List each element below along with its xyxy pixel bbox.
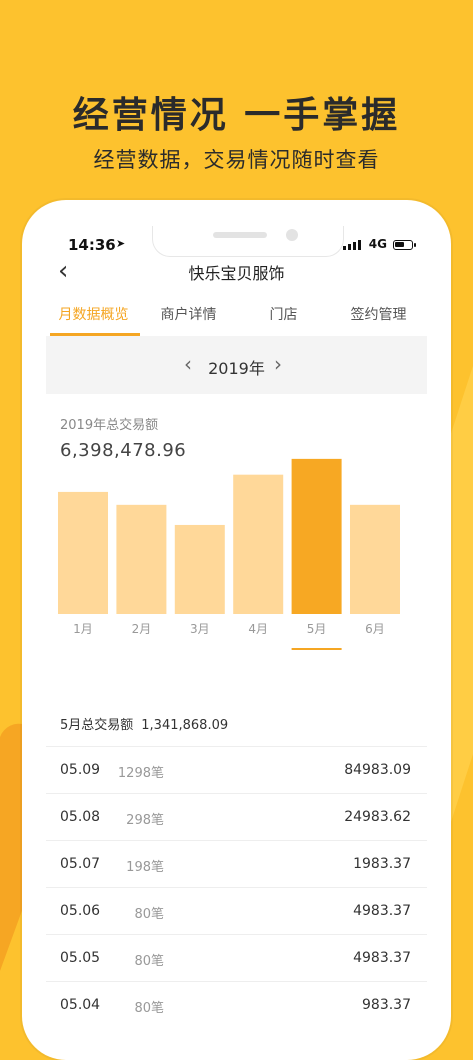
- monthly-bar-chart: 1月 2月 3月 4月 5月 6月: [58, 458, 400, 650]
- transaction-row[interactable]: 05.04 80笔 983.37: [46, 981, 427, 1028]
- month-tick-label: 1月: [73, 622, 93, 636]
- transaction-row[interactable]: 05.09 1298笔 84983.09: [46, 746, 427, 793]
- location-icon: ➤: [116, 237, 126, 250]
- bar-4[interactable]: [233, 474, 284, 614]
- selected-month-indicator: [291, 648, 342, 650]
- transaction-count: 80笔: [134, 907, 164, 922]
- bar-2[interactable]: [116, 504, 167, 614]
- month-tick-label: 5月: [307, 622, 327, 636]
- transaction-row[interactable]: 05.05 80笔 4983.37: [46, 934, 427, 981]
- transaction-amount: 983.37: [362, 997, 411, 1013]
- tab-stores[interactable]: 门店: [236, 304, 331, 324]
- tab-merchant-details[interactable]: 商户详情: [141, 304, 236, 324]
- phone-frame: 14:36 ➤ 4G ‹ 快乐宝贝服饰 月数据概览 商户详情 门店 签约管理 ‹…: [22, 200, 451, 1060]
- transaction-row[interactable]: 05.06 80笔 4983.37: [46, 887, 427, 934]
- month-total-value: 1,341,868.09: [141, 718, 229, 733]
- transaction-row[interactable]: 05.08 298笔 24983.62: [46, 793, 427, 840]
- battery-icon: [393, 240, 416, 250]
- month-total-label: 5月总交易额: [60, 718, 134, 733]
- bar-6[interactable]: [350, 504, 400, 614]
- transaction-amount: 4983.37: [353, 903, 411, 919]
- transaction-amount: 1983.37: [353, 856, 411, 872]
- page-title: 快乐宝贝服饰: [188, 264, 285, 283]
- bar-1[interactable]: [58, 491, 108, 614]
- transaction-row[interactable]: 05.07 198笔 1983.37: [46, 840, 427, 887]
- next-year-icon[interactable]: ›: [274, 352, 282, 376]
- signal-icon: [343, 240, 361, 250]
- month-tick-label: 4月: [248, 622, 268, 636]
- transaction-count: 198笔: [126, 860, 164, 875]
- year-selector: ‹ 2019年 ›: [46, 336, 427, 394]
- transaction-amount: 84983.09: [344, 762, 411, 778]
- transaction-count: 298笔: [126, 813, 164, 828]
- status-bar: 14:36 ➤ 4G: [46, 236, 427, 256]
- tab-contract-management[interactable]: 签约管理: [331, 304, 426, 324]
- year-label: 2019年: [208, 359, 265, 378]
- promo-subline: 经营数据，交易情况随时查看: [93, 148, 380, 172]
- tab-monthly-overview[interactable]: 月数据概览: [46, 304, 141, 324]
- nav-bar: ‹ 快乐宝贝服饰: [46, 256, 427, 290]
- transaction-amount: 4983.37: [353, 950, 411, 966]
- month-total: 5月总交易额 1,341,868.09: [60, 714, 228, 733]
- transaction-count: 1298笔: [117, 766, 164, 781]
- network-type: 4G: [368, 237, 387, 251]
- tab-bar: 月数据概览 商户详情 门店 签约管理: [46, 294, 427, 337]
- transaction-count: 80笔: [134, 954, 164, 969]
- month-tick-label: 3月: [190, 622, 210, 636]
- transaction-count: 80笔: [134, 1001, 164, 1016]
- transaction-amount: 24983.62: [344, 809, 411, 825]
- bar-5[interactable]: [291, 458, 342, 614]
- bar-3[interactable]: [174, 524, 225, 614]
- year-total-label: 2019年总交易额: [60, 418, 159, 433]
- month-tick-label: 6月: [365, 622, 385, 636]
- promo-headline: 经营情况 一手掌握: [72, 95, 401, 136]
- month-tick-label: 2月: [132, 622, 152, 636]
- status-time: 14:36: [68, 236, 116, 254]
- transaction-list: 05.09 1298笔 84983.09 05.08 298笔 24983.62…: [46, 746, 427, 1028]
- app-screen: 14:36 ➤ 4G ‹ 快乐宝贝服饰 月数据概览 商户详情 门店 签约管理 ‹…: [46, 200, 427, 1060]
